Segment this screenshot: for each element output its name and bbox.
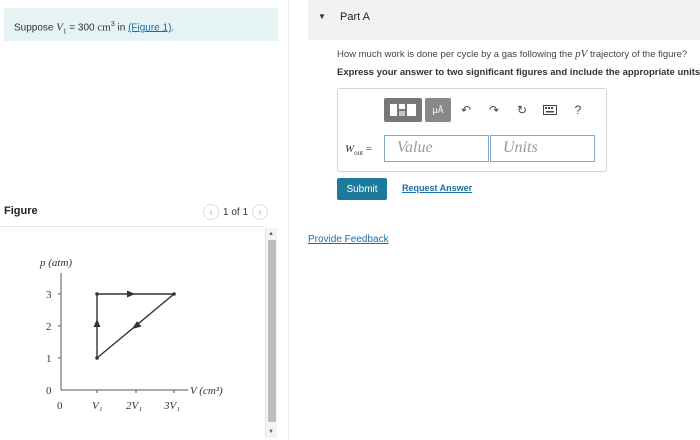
answer-label-sub: out bbox=[354, 149, 364, 158]
answer-label: Wout = bbox=[345, 143, 372, 157]
y-tick-label: 0 bbox=[46, 385, 52, 397]
problem-suffix: . bbox=[171, 22, 175, 34]
x-tick-label: V₁ bbox=[92, 400, 103, 412]
figure-scrollbar[interactable]: ▲ ▼ bbox=[265, 228, 277, 438]
question-text: How much work is done per cycle by a gas… bbox=[337, 48, 687, 60]
keyboard-icon[interactable] bbox=[537, 98, 563, 122]
cycle-point bbox=[95, 356, 99, 360]
problem-unit: cm bbox=[97, 21, 111, 34]
question-suffix: trajectory of the figure? bbox=[587, 49, 688, 60]
provide-feedback-link[interactable]: Provide Feedback bbox=[308, 234, 389, 245]
x-tick-label: 3V₁ bbox=[163, 400, 180, 412]
arrow-right-icon bbox=[127, 290, 135, 298]
scroll-down-icon[interactable]: ▼ bbox=[268, 428, 274, 436]
undo-icon[interactable]: ↶ bbox=[453, 98, 479, 122]
x-axis-label: V (cm³) bbox=[190, 385, 223, 397]
help-button[interactable]: ? bbox=[565, 98, 591, 122]
reset-icon[interactable]: ↻ bbox=[509, 98, 535, 122]
problem-prefix: Suppose bbox=[14, 22, 57, 34]
figure-panel: p (atm) 0 1 2 3 0 V₁ 2V₁ 3V₁ V (cm³) bbox=[0, 226, 264, 440]
scroll-thumb[interactable] bbox=[268, 240, 276, 422]
question-variable: pV bbox=[575, 48, 588, 60]
question-prefix: How much work is done per cycle by a gas… bbox=[337, 49, 576, 60]
figure-title: Figure bbox=[4, 205, 38, 217]
submit-button[interactable]: Submit bbox=[337, 178, 387, 200]
answer-label-main: W bbox=[345, 143, 355, 155]
problem-equals: = 300 bbox=[66, 22, 98, 34]
pv-diagram: p (atm) 0 1 2 3 0 V₁ 2V₁ 3V₁ V (cm³) bbox=[39, 257, 223, 412]
units-input[interactable]: Units bbox=[490, 135, 595, 162]
y-axis-label: p (atm) bbox=[39, 257, 72, 269]
y-tick-label: 3 bbox=[46, 289, 52, 301]
arrow-up-icon bbox=[93, 319, 101, 327]
figure-link[interactable]: (Figure 1) bbox=[128, 22, 171, 33]
units-button[interactable]: μÅ bbox=[425, 98, 451, 122]
chevron-right-icon[interactable]: › bbox=[252, 204, 269, 220]
math-toolbar: μÅ ↶ ↷ ↻ ? bbox=[384, 98, 591, 122]
answer-instructions: Express your answer to two significant f… bbox=[337, 67, 700, 78]
y-tick-label: 2 bbox=[46, 321, 52, 333]
x-tick-label: 2V₁ bbox=[126, 400, 142, 412]
cycle-point bbox=[95, 292, 99, 296]
figure-pager: ‹ 1 of 1 › bbox=[203, 204, 269, 220]
panel-divider bbox=[288, 0, 289, 440]
x-tick-label: 0 bbox=[57, 400, 63, 412]
figure-pager-label: 1 of 1 bbox=[223, 206, 249, 218]
templates-icon[interactable] bbox=[384, 98, 422, 122]
chevron-left-icon[interactable]: ‹ bbox=[203, 204, 219, 220]
problem-in: in bbox=[114, 22, 129, 34]
part-a-title: Part A bbox=[340, 11, 370, 23]
redo-icon[interactable]: ↷ bbox=[481, 98, 507, 122]
problem-statement: Suppose V1 = 300 cm3 in (Figure 1). bbox=[4, 8, 278, 41]
request-answer-link[interactable]: Request Answer bbox=[402, 183, 472, 193]
variable-v: V bbox=[56, 21, 63, 34]
caret-down-icon[interactable]: ▼ bbox=[318, 12, 326, 21]
value-input[interactable]: Value bbox=[384, 135, 489, 162]
answer-label-equals: = bbox=[363, 143, 373, 155]
cycle-point bbox=[172, 292, 176, 296]
scroll-up-icon[interactable]: ▲ bbox=[268, 230, 274, 238]
y-tick-label: 1 bbox=[46, 353, 52, 365]
